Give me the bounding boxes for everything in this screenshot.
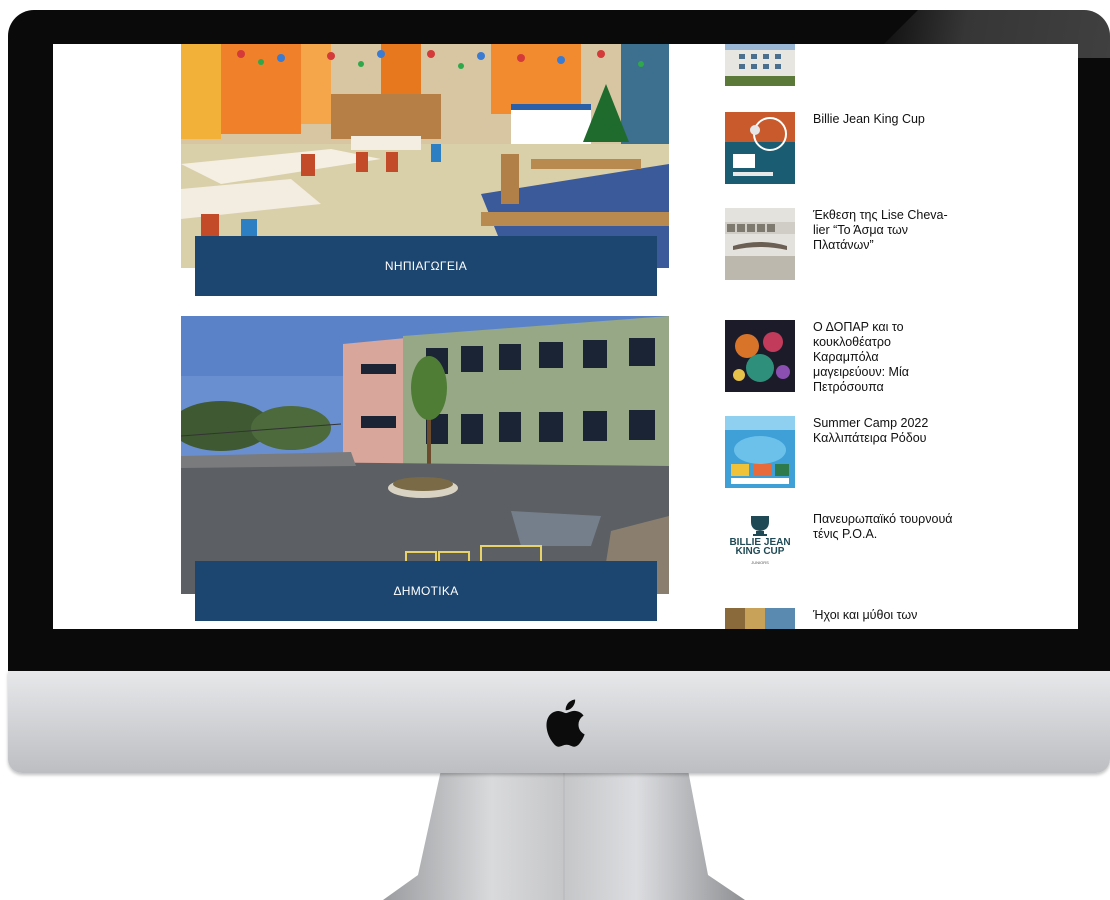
- summer-camp-poster-thumbnail: [725, 416, 795, 488]
- school-building-thumbnail: [725, 44, 795, 86]
- trophy-icon: [751, 516, 769, 536]
- bjk-logo-sub: JUNIORS: [751, 560, 769, 565]
- tennis-cup-poster-thumbnail: [725, 112, 795, 184]
- news-item[interactable]: Summer Camp 2022 Καλλιπάτειρα Ρόδου: [725, 416, 1055, 488]
- imac-stand: [383, 770, 745, 900]
- bjk-logo-text: BILLIE JEAN KING CUP: [729, 537, 791, 557]
- kindergarten-label-button[interactable]: ΝΗΠΙΑΓΩΓΕΙΑ: [195, 236, 657, 296]
- news-item[interactable]: Έκθεση της Lise Cheva-lier “Το Άσμα των …: [725, 208, 1055, 280]
- news-title[interactable]: Πανευρωπαϊκό τουρνουά τένις Ρ.Ο.Α.: [813, 512, 953, 542]
- billie-jean-king-cup-logo-thumbnail: BILLIE JEAN KING CUP JUNIORS: [725, 512, 795, 584]
- news-title[interactable]: Έκθεση της Lise Cheva-lier “Το Άσμα των …: [813, 208, 953, 253]
- kindergarten-card[interactable]: ΝΗΠΙΑΓΩΓΕΙΑ: [181, 44, 669, 296]
- news-item[interactable]: BILLIE JEAN KING CUP JUNIORS Πανευρωπαϊκ…: [725, 512, 1055, 584]
- browser-viewport: ΝΗΠΙΑΓΩΓΕΙΑ ΔΗΜΟΤΙΚΑ Billie Jean King Cu…: [53, 44, 1078, 629]
- puppet-theatre-poster-thumbnail: [725, 320, 795, 392]
- apple-logo-icon: [546, 699, 585, 747]
- news-title[interactable]: Ήχοι και μύθοι των: [813, 608, 953, 623]
- primary-school-building-photo: [181, 316, 669, 594]
- news-item[interactable]: Ο ΔΟΠΑΡ και το κουκλοθέατρο Καραμπόλα μα…: [725, 320, 1055, 395]
- primary-school-label-button[interactable]: ΔΗΜΟΤΙΚΑ: [195, 561, 657, 621]
- news-item[interactable]: [725, 44, 1055, 86]
- primary-school-card[interactable]: ΔΗΜΟΤΙΚΑ: [181, 316, 669, 621]
- art-exhibition-thumbnail: [725, 208, 795, 280]
- news-title[interactable]: Ο ΔΟΠΑΡ και το κουκλοθέατρο Καραμπόλα μα…: [813, 320, 953, 395]
- news-item[interactable]: Ήχοι και μύθοι των: [725, 608, 1055, 629]
- kindergarten-classroom-photo: [181, 44, 669, 268]
- news-item[interactable]: Billie Jean King Cup: [725, 112, 1055, 184]
- primary-school-label: ΔΗΜΟΤΙΚΑ: [393, 584, 459, 598]
- kindergarten-label: ΝΗΠΙΑΓΩΓΕΙΑ: [384, 259, 468, 273]
- street-photo-thumbnail: [725, 608, 795, 629]
- news-title[interactable]: Billie Jean King Cup: [813, 112, 953, 127]
- news-title[interactable]: Summer Camp 2022 Καλλιπάτειρα Ρόδου: [813, 416, 953, 446]
